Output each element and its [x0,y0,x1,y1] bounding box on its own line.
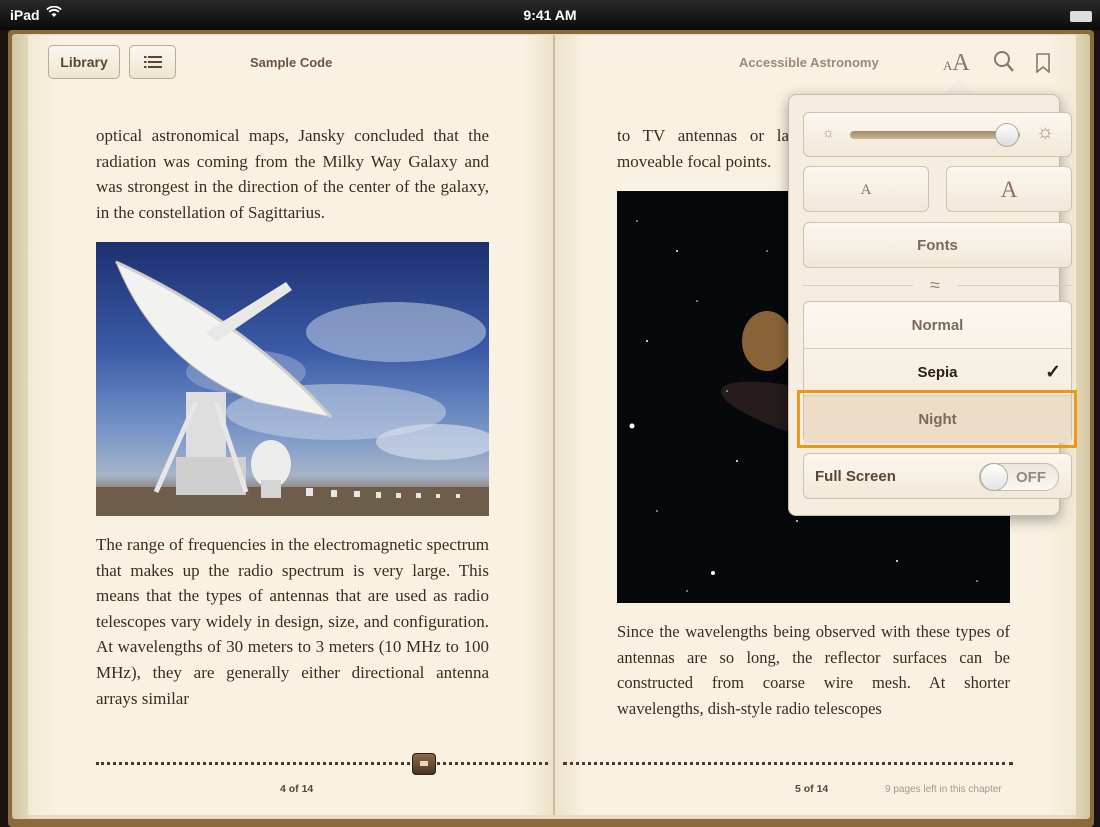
font-size-icon[interactable]: AA [943,50,970,77]
checkmark-icon: ✓ [1045,362,1061,383]
search-icon[interactable] [993,50,1015,74]
wave-ornament-icon: ≈ [913,274,957,296]
library-button[interactable]: Library [48,45,120,79]
chapter-title: Accessible Astronomy [739,55,879,70]
display-settings-popover: ☼ ☼ A A Fonts ≈ Normal Sepia ✓ Night Ful… [788,94,1072,516]
page-scrubber-track[interactable] [96,762,548,767]
full-screen-toggle[interactable]: OFF [979,463,1059,491]
brightness-low-icon: ☼ [822,124,835,140]
brightness-high-icon: ☼ [1036,121,1055,143]
night-theme-highlight [797,390,1077,448]
increase-font-button[interactable]: A [946,166,1072,212]
right-paragraph-2: Since the wavelengths being observed wit… [617,622,1010,718]
page-scrubber-thumb[interactable] [412,753,436,775]
popover-caret [943,79,975,95]
left-page[interactable]: Library Sample Code optical astronomical… [28,35,554,815]
left-page-number: 4 of 14 [280,783,314,795]
full-screen-row: Full Screen OFF [803,453,1072,499]
brightness-control[interactable]: ☼ ☼ [803,112,1072,157]
status-bar: iPad 9:41 AM [0,0,1100,30]
full-screen-label: Full Screen [815,468,896,485]
toggle-knob[interactable] [980,463,1008,491]
toggle-state-label: OFF [1016,469,1046,486]
list-icon [143,56,162,68]
theme-sepia[interactable]: Sepia ✓ [804,349,1071,396]
page-scrubber-track-right[interactable] [563,762,1013,767]
fonts-button[interactable]: Fonts [803,222,1072,268]
book-title: Sample Code [250,55,333,70]
theme-sepia-label: Sepia [917,364,958,381]
bookmark-icon[interactable] [1036,53,1050,74]
right-page-number: 5 of 14 [795,783,829,795]
clock: 9:41 AM [523,7,577,23]
theme-normal[interactable]: Normal [804,302,1071,349]
radio-telescope-image [96,242,489,516]
pages-left-label: 9 pages left in this chapter [885,784,1002,795]
decrease-font-button[interactable]: A [803,166,929,212]
brightness-slider-knob[interactable] [995,123,1020,147]
battery-icon [1070,11,1092,22]
left-paragraph-1: optical astronomical maps, Jansky conclu… [96,126,489,222]
table-of-contents-button[interactable] [129,45,176,79]
left-paragraph-2: The range of frequencies in the electrom… [96,535,489,708]
